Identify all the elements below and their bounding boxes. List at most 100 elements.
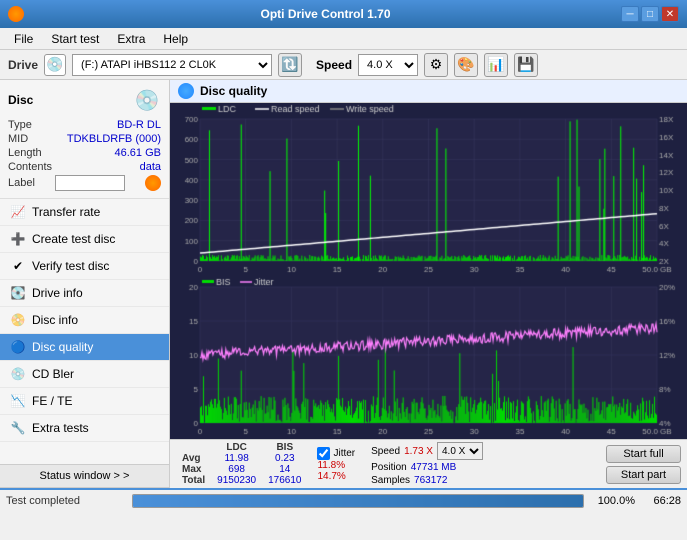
app-title: Opti Drive Control 1.70 bbox=[30, 7, 621, 21]
fe-te-icon: 📉 bbox=[10, 393, 26, 409]
window-controls: ─ □ ✕ bbox=[621, 6, 679, 22]
speed-stat-row: Speed 1.73 X 4.0 X bbox=[371, 442, 483, 460]
nav-label-cd-bler: CD Bler bbox=[32, 367, 74, 381]
menu-file[interactable]: File bbox=[6, 30, 41, 48]
length-label: Length bbox=[8, 147, 42, 159]
settings-icon[interactable]: ⚙ bbox=[424, 53, 448, 77]
menu-start-test[interactable]: Start test bbox=[43, 30, 107, 48]
menu-extra[interactable]: Extra bbox=[109, 30, 153, 48]
disc-quality-icon: 🔵 bbox=[10, 339, 26, 355]
right-stats-section: Speed 1.73 X 4.0 X Position 47731 MB Sam… bbox=[371, 442, 483, 486]
start-buttons: Start full Start part bbox=[606, 445, 681, 484]
nav-label-disc-info: Disc info bbox=[32, 313, 78, 327]
sidebar-item-fe-te[interactable]: 📉 FE / TE bbox=[0, 388, 169, 415]
disc-quality-header-icon bbox=[178, 83, 194, 99]
lower-chart-canvas bbox=[170, 277, 687, 439]
extra-tests-icon: 🔧 bbox=[10, 420, 26, 436]
status-window-button[interactable]: Status window > > bbox=[0, 465, 169, 488]
nav-label-drive-info: Drive info bbox=[32, 286, 83, 300]
close-button[interactable]: ✕ bbox=[661, 6, 679, 22]
disc-section-title: Disc bbox=[8, 93, 33, 107]
avg-label: Avg bbox=[176, 453, 211, 464]
nav-label-fe-te: FE / TE bbox=[32, 394, 72, 408]
progress-bar-fill bbox=[133, 495, 583, 507]
sidebar-nav: 📈 Transfer rate ➕ Create test disc ✔ Ver… bbox=[0, 199, 169, 464]
status-bar: Test completed 100.0% 66:28 bbox=[0, 488, 687, 512]
stats-row: LDC BIS Avg 11.98 0.23 Max 698 14 Tota bbox=[176, 442, 681, 486]
nav-label-extra-tests: Extra tests bbox=[32, 421, 89, 435]
save-icon[interactable]: 💾 bbox=[514, 53, 538, 77]
nav-label-transfer-rate: Transfer rate bbox=[32, 205, 100, 219]
elapsed-time: 66:28 bbox=[641, 495, 681, 507]
sidebar-item-create-test-disc[interactable]: ➕ Create test disc bbox=[0, 226, 169, 253]
graph-icon[interactable]: 📊 bbox=[484, 53, 508, 77]
sidebar-item-disc-quality[interactable]: 🔵 Disc quality bbox=[0, 334, 169, 361]
speed-stat-label: Speed bbox=[371, 446, 400, 457]
drive-refresh-icon[interactable]: 🔃 bbox=[278, 53, 302, 77]
drive-select[interactable]: (F:) ATAPI iHBS112 2 CL0K bbox=[72, 54, 272, 76]
sidebar-item-extra-tests[interactable]: 🔧 Extra tests bbox=[0, 415, 169, 442]
start-full-button[interactable]: Start full bbox=[606, 445, 681, 463]
menu-help[interactable]: Help bbox=[155, 30, 196, 48]
progress-percentage: 100.0% bbox=[590, 495, 635, 507]
maximize-button[interactable]: □ bbox=[641, 6, 659, 22]
sidebar-item-drive-info[interactable]: 💽 Drive info bbox=[0, 280, 169, 307]
length-value: 46.61 GB bbox=[115, 147, 161, 159]
title-bar: Opti Drive Control 1.70 ─ □ ✕ bbox=[0, 0, 687, 28]
drive-eject-icon[interactable]: 💿 bbox=[44, 54, 66, 76]
position-value: 47731 MB bbox=[411, 462, 457, 473]
upper-chart-canvas bbox=[170, 103, 687, 277]
status-text: Test completed bbox=[6, 495, 126, 507]
label-input[interactable] bbox=[55, 175, 125, 191]
ldc-bis-table: LDC BIS Avg 11.98 0.23 Max 698 14 Tota bbox=[176, 442, 307, 486]
speed-select[interactable]: 4.0 X 1.0 X 2.0 X 8.0 X Max bbox=[358, 54, 418, 76]
total-label: Total bbox=[176, 475, 211, 486]
jitter-checkbox-row: Jitter bbox=[317, 447, 355, 460]
contents-label: Contents bbox=[8, 161, 52, 173]
position-label: Position bbox=[371, 462, 407, 473]
jitter-section: Jitter 11.8% 14.7% bbox=[317, 447, 355, 482]
jitter-label: Jitter bbox=[333, 448, 355, 459]
main-layout: Disc 💿 Type BD-R DL MID TDKBLDRFB (000) … bbox=[0, 80, 687, 488]
cd-bler-icon: 💿 bbox=[10, 366, 26, 382]
speed-stat-select[interactable]: 4.0 X bbox=[437, 442, 483, 460]
charts-wrapper bbox=[170, 103, 687, 439]
jitter-avg-value: 11.8% bbox=[317, 460, 355, 471]
ldc-col-header: LDC bbox=[211, 442, 262, 453]
minimize-button[interactable]: ─ bbox=[621, 6, 639, 22]
disc-info-panel: Disc 💿 Type BD-R DL MID TDKBLDRFB (000) … bbox=[0, 80, 169, 199]
sidebar-bottom: Status window > > bbox=[0, 464, 169, 488]
max-ldc: 698 bbox=[211, 464, 262, 475]
sidebar: Disc 💿 Type BD-R DL MID TDKBLDRFB (000) … bbox=[0, 80, 170, 488]
color-icon[interactable]: 🎨 bbox=[454, 53, 478, 77]
bis-col-header: BIS bbox=[262, 442, 307, 453]
mid-value: TDKBLDRFB (000) bbox=[67, 133, 161, 145]
nav-label-disc-quality: Disc quality bbox=[32, 340, 93, 354]
speed-stat-value: 1.73 X bbox=[404, 446, 433, 457]
disc-image-icon: 💿 bbox=[133, 86, 161, 114]
start-part-button[interactable]: Start part bbox=[606, 466, 681, 484]
menu-bar: File Start test Extra Help bbox=[0, 28, 687, 50]
samples-stat-row: Samples 763172 bbox=[371, 475, 483, 486]
total-bis: 176610 bbox=[262, 475, 307, 486]
drive-label: Drive bbox=[8, 58, 38, 72]
disc-quality-header: Disc quality bbox=[170, 80, 687, 103]
jitter-checkbox[interactable] bbox=[317, 447, 330, 460]
disc-info-nav-icon: 📀 bbox=[10, 312, 26, 328]
total-ldc: 9150230 bbox=[211, 475, 262, 486]
sidebar-item-disc-info[interactable]: 📀 Disc info bbox=[0, 307, 169, 334]
verify-test-disc-icon: ✔ bbox=[10, 258, 26, 274]
avg-bis: 0.23 bbox=[262, 453, 307, 464]
drive-info-icon: 💽 bbox=[10, 285, 26, 301]
mid-label: MID bbox=[8, 133, 28, 145]
label-edit-icon[interactable] bbox=[145, 175, 161, 191]
speed-label: Speed bbox=[316, 58, 352, 72]
sidebar-item-transfer-rate[interactable]: 📈 Transfer rate bbox=[0, 199, 169, 226]
sidebar-item-cd-bler[interactable]: 💿 CD Bler bbox=[0, 361, 169, 388]
content-area: Disc quality LDC BIS Avg 11.98 bbox=[170, 80, 687, 488]
max-label: Max bbox=[176, 464, 211, 475]
sidebar-item-verify-test-disc[interactable]: ✔ Verify test disc bbox=[0, 253, 169, 280]
nav-label-verify-test-disc: Verify test disc bbox=[32, 259, 109, 273]
disc-quality-title: Disc quality bbox=[200, 84, 267, 98]
app-icon bbox=[8, 6, 24, 22]
